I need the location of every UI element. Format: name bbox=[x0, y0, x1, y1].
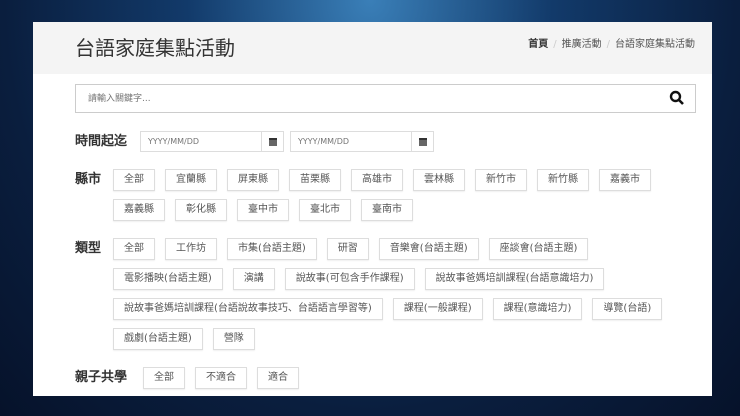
type-option[interactable]: 音樂會(台語主題) bbox=[378, 238, 479, 260]
type-option[interactable]: 說故事(可包含手作課程) bbox=[284, 268, 415, 290]
county-option[interactable]: 嘉義市 bbox=[599, 169, 651, 191]
county-option[interactable]: 宜蘭縣 bbox=[165, 169, 217, 191]
type-option[interactable]: 全部 bbox=[113, 238, 155, 260]
calendar-icon[interactable] bbox=[411, 132, 433, 151]
breadcrumb: 首頁 / 推廣活動 / 台語家庭集點活動 bbox=[528, 39, 695, 50]
county-option[interactable]: 臺南市 bbox=[361, 199, 413, 221]
page-title: 台語家庭集點活動 bbox=[75, 36, 235, 60]
type-option[interactable]: 戲劇(台語主題) bbox=[113, 328, 203, 350]
type-option[interactable]: 說故事爸媽培訓課程(台語意識培力) bbox=[424, 268, 605, 290]
family-option[interactable]: 不適合 bbox=[195, 367, 247, 389]
date-filter: 時間起迄 bbox=[75, 131, 440, 153]
county-option[interactable]: 屏東縣 bbox=[227, 169, 279, 191]
breadcrumb-current: 台語家庭集點活動 bbox=[615, 39, 695, 50]
county-option[interactable]: 嘉義縣 bbox=[113, 199, 165, 221]
calendar-icon[interactable] bbox=[261, 132, 283, 151]
type-option[interactable]: 工作坊 bbox=[165, 238, 217, 260]
type-option[interactable]: 研習 bbox=[326, 238, 369, 260]
search-bar bbox=[75, 84, 696, 113]
type-option[interactable]: 座談會(台語主題) bbox=[488, 238, 589, 260]
type-option[interactable]: 說故事爸媽培訓課程(台語說故事技巧、台語語言學習等) bbox=[113, 298, 383, 320]
type-option[interactable]: 導覽(台語) bbox=[592, 298, 663, 320]
page-header: 台語家庭集點活動 首頁 / 推廣活動 / 台語家庭集點活動 bbox=[33, 22, 712, 74]
search-input[interactable] bbox=[76, 85, 656, 112]
family-option[interactable]: 全部 bbox=[143, 367, 185, 389]
type-option[interactable]: 營隊 bbox=[212, 328, 255, 350]
county-label: 縣市 bbox=[75, 172, 102, 187]
type-filter: 類型 全部 工作坊 市集(台語主題) 研習 音樂會(台語主題) 座談會(台語主題) 電影播映… bbox=[75, 238, 693, 350]
type-option[interactable]: 課程(一般課程) bbox=[392, 298, 483, 320]
type-options: 全部 工作坊 市集(台語主題) 研習 音樂會(台語主題) 座談會(台語主題) 電影播映(台語… bbox=[113, 238, 693, 350]
county-option[interactable]: 彰化縣 bbox=[175, 199, 227, 221]
county-option[interactable]: 全部 bbox=[113, 169, 155, 191]
type-label: 類型 bbox=[75, 241, 102, 256]
search-icon[interactable] bbox=[669, 90, 685, 106]
main-panel: 台語家庭集點活動 首頁/推廣活動/台語家庭集點活動 時間起迄 縣市 全部宜蘭縣屏… bbox=[33, 22, 712, 396]
date-label: 時間起迄 bbox=[75, 134, 128, 149]
county-option[interactable]: 臺北市 bbox=[299, 199, 351, 221]
county-options: 全部 宜蘭縣 屏東縣 苗栗縣 高雄市 雲林縣 新竹市 新竹縣 嘉義市嘉義縣 彰化縣 臺中市 臺北市 臺南… bbox=[113, 169, 693, 221]
breadcrumb-promotion[interactable]: 推廣活動 bbox=[562, 39, 602, 50]
family-option[interactable]: 適合 bbox=[257, 367, 299, 389]
start-date-input[interactable] bbox=[141, 132, 261, 151]
type-option[interactable]: 市集(台語主題) bbox=[227, 238, 317, 260]
type-option[interactable]: 課程(意識培力) bbox=[492, 298, 583, 320]
county-option[interactable]: 臺中市 bbox=[237, 199, 289, 221]
county-option[interactable]: 高雄市 bbox=[351, 169, 403, 191]
type-option[interactable]: 演講 bbox=[232, 268, 275, 290]
family-filter: 親子共學 全部 不適合 適合 bbox=[75, 367, 712, 389]
family-options: 全部 不適合 適合 bbox=[143, 367, 712, 389]
breadcrumb-home[interactable]: 首頁 bbox=[528, 39, 548, 50]
county-option[interactable]: 雲林縣 bbox=[413, 169, 465, 191]
end-date-input[interactable] bbox=[291, 132, 411, 151]
family-label: 親子共學 bbox=[75, 370, 128, 385]
county-option[interactable]: 新竹縣 bbox=[537, 169, 589, 191]
county-option[interactable]: 苗栗縣 bbox=[289, 169, 341, 191]
county-option[interactable]: 新竹市 bbox=[475, 169, 527, 191]
type-option[interactable]: 電影播映(台語主題) bbox=[113, 268, 223, 290]
county-filter: 縣市 全部 宜蘭縣 屏東縣 苗栗縣 高雄市 雲林縣 新竹市 新竹縣 嘉義市嘉義縣 彰化縣 臺中市 臺北… bbox=[75, 169, 693, 221]
end-date-field bbox=[290, 131, 434, 152]
start-date-field bbox=[140, 131, 284, 152]
